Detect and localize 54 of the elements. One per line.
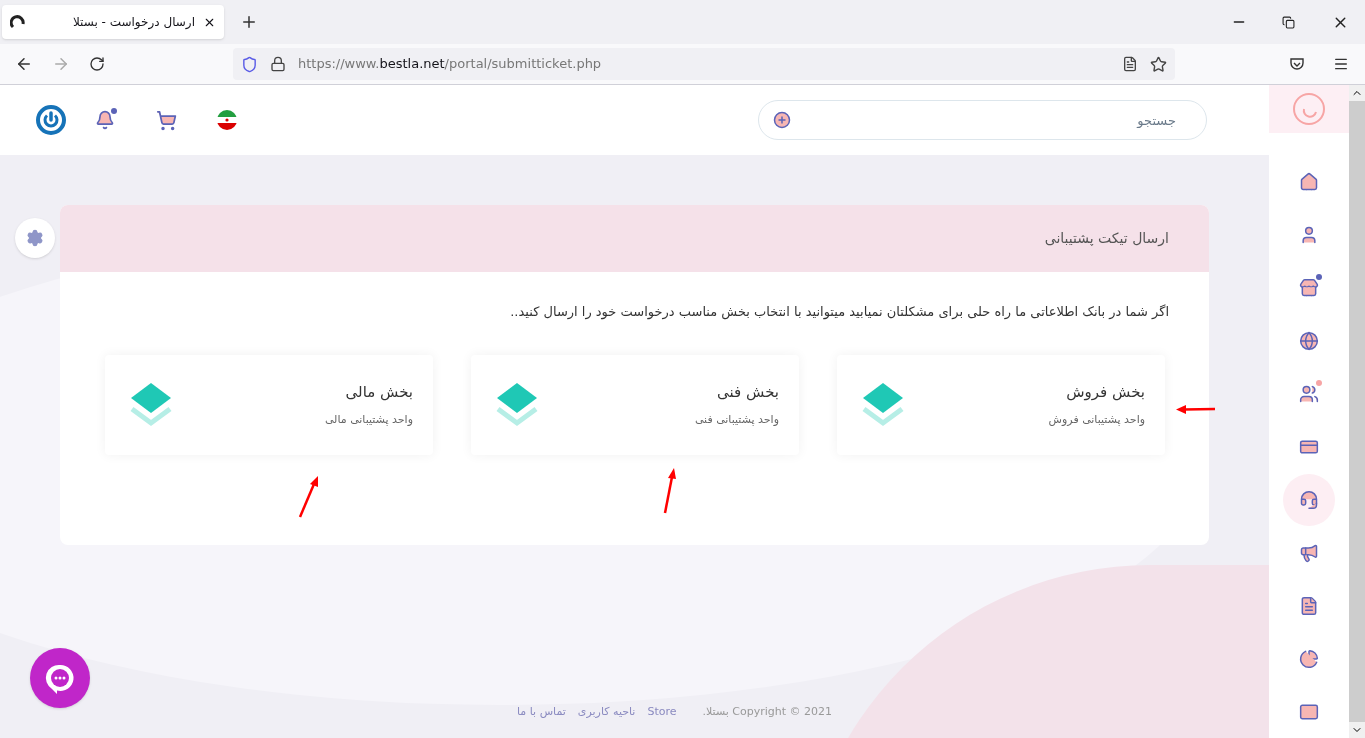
card-title: ارسال تیکت پشتیبانی [1044,229,1169,249]
reload-icon[interactable] [89,56,105,72]
layers-icon [861,380,905,429]
department-name: بخش فنی [716,382,779,403]
lock-icon [270,56,286,72]
iran-flag-icon[interactable] [217,110,237,130]
chat-button[interactable] [30,648,90,708]
user-icon [1299,225,1319,245]
add-circle-icon[interactable] [773,111,791,129]
headset-icon [1299,490,1319,510]
new-tab-icon[interactable] [240,13,258,31]
url-text: https://www.bestla.net/portal/submitticket.php [298,55,603,74]
department-card[interactable]: بخش مالی واحد پشتیبانی مالی [105,354,433,455]
department-description: واحد پشتیبانی مالی [324,411,413,428]
restore-icon[interactable] [1282,15,1295,29]
department-description: واحد پشتیبانی فروش [1048,411,1145,428]
department-description: واحد پشتیبانی فنی [694,411,779,428]
menu-icon[interactable] [1333,56,1349,72]
back-icon[interactable] [15,55,33,73]
search-field[interactable]: جستجو [758,100,1207,140]
home-icon [1299,172,1319,192]
card-icon [1299,437,1319,457]
bookmark-star-icon[interactable] [1150,55,1167,73]
store-icon [1299,278,1319,298]
megaphone-icon [1299,543,1319,563]
address-bar[interactable]: https://www.bestla.net/portal/submitticket.php [233,48,1175,80]
pocket-icon[interactable] [1289,56,1305,72]
copyright-text: Copyright © 2021 بستلا. [702,703,832,720]
department-card[interactable]: بخش فنی واحد پشتیبانی فنی [471,354,799,455]
settings-button[interactable] [15,218,55,258]
layers-icon [495,380,539,429]
power-icon[interactable] [36,105,66,135]
browser-tab[interactable]: ارسال درخواست - بستلا [2,5,224,39]
department-card[interactable]: بخش فروش واحد پشتیبانی فروش [837,354,1165,455]
department-name: بخش فروش [1065,382,1145,403]
site-logo-icon [10,14,26,30]
tab-title: ارسال درخواست - بستلا [72,14,195,31]
arrow-annotation [662,468,676,514]
sidebar-item[interactable] [1283,474,1335,526]
globe-icon [1299,331,1319,351]
pie-chart-icon [1299,649,1319,669]
arrow-annotation [1176,404,1216,414]
mail-icon [1299,702,1319,722]
users-icon [1299,384,1319,404]
shield-icon [241,55,258,73]
cart-icon[interactable] [156,109,177,131]
intro-text: اگر شما در بانک اطلاعاتی ما راه حلی برای مشکلتان نمیابید میتوانید با انتخاب بخش مناسب درخواست خود را ارسال کنید.. [509,303,1169,322]
layers-icon [129,380,173,429]
arrow-annotation [298,475,320,519]
document-icon [1299,596,1319,616]
reader-view-icon[interactable] [1122,56,1138,72]
bell-icon[interactable] [95,110,115,130]
department-name: بخش مالی [344,382,413,403]
settings-icon [26,229,44,247]
